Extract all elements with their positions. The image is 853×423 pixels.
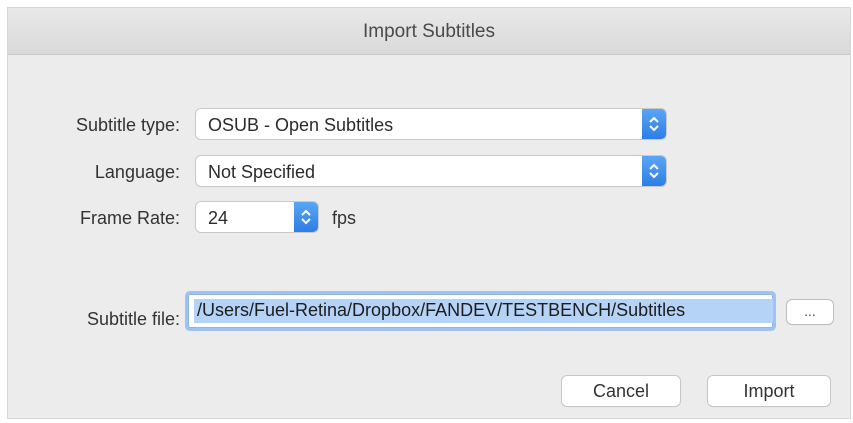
language-label: Language: — [94, 162, 180, 182]
import-subtitles-dialog: Import Subtitles Subtitle type: OSUB - O… — [8, 8, 850, 418]
chevron-up-down-icon[interactable] — [294, 202, 318, 232]
frame-rate-popup[interactable]: 24 — [196, 202, 318, 232]
language-value: Not Specified — [208, 162, 316, 182]
browse-button[interactable]: ... — [787, 300, 833, 324]
subtitle-type-label: Subtitle type: — [75, 115, 180, 135]
subtitle-file-path-field[interactable]: /Users/Fuel-Retina/Dropbox/FANDEV/TESTBE… — [188, 294, 773, 328]
subtitle-file-path-value: /Users/Fuel-Retina/Dropbox/FANDEV/TESTBE… — [197, 300, 686, 320]
subtitle-type-popup[interactable]: OSUB - Open Subtitles — [196, 109, 666, 139]
language-popup[interactable]: Not Specified — [196, 156, 666, 186]
chevron-up-down-icon[interactable] — [642, 109, 666, 139]
import-button[interactable]: Import — [708, 376, 830, 406]
cancel-button[interactable]: Cancel — [562, 376, 680, 406]
frame-rate-value: 24 — [208, 208, 229, 228]
title-bar[interactable]: Import Subtitles — [8, 8, 850, 55]
frame-rate-label: Frame Rate: — [79, 208, 180, 228]
subtitle-file-label: Subtitle file: — [86, 309, 180, 329]
frame-rate-unit: fps — [332, 208, 357, 228]
window-title: Import Subtitles — [363, 21, 495, 42]
subtitle-type-value: OSUB - Open Subtitles — [208, 115, 394, 135]
chevron-up-down-icon[interactable] — [642, 156, 666, 186]
